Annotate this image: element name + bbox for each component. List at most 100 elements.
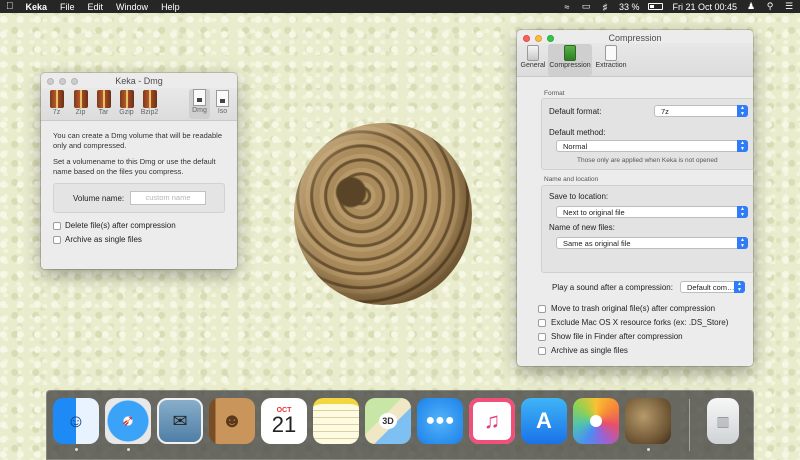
option-label: Archive as single files [551, 346, 628, 355]
checkbox[interactable] [538, 304, 546, 313]
switch-icon [527, 45, 539, 61]
format-7z[interactable]: 7z [46, 90, 67, 116]
save-location-label: Save to location: [549, 192, 609, 201]
option-label: Show file in Finder after compression [551, 332, 683, 341]
option-label: Exclude Mac OS X resource forks (ex: .DS… [551, 318, 729, 327]
format-label: Dmg [192, 107, 207, 114]
tab-label: Compression [549, 62, 591, 69]
show-in-finder-option[interactable]: Show file in Finder after compression [538, 332, 683, 341]
clock[interactable]: Fri 21 Oct 00:45 [672, 2, 737, 12]
user-icon[interactable]: ♟ [746, 1, 756, 12]
notification-center-icon[interactable]: ☰ [784, 1, 794, 12]
option-label: Archive as single files [65, 235, 142, 244]
new-files-select[interactable]: Same as original file ▲ ▼ [556, 237, 748, 249]
dock-itunes[interactable]: ♫ [469, 398, 515, 444]
exclude-resource-forks-option[interactable]: Exclude Mac OS X resource forks (ex: .DS… [538, 318, 728, 327]
format-toolbar: 7z Zip Tar Gzip Bzip2 Dmg Iso [41, 88, 237, 121]
dock-messages[interactable]: ●●● [417, 398, 463, 444]
dock-photos[interactable] [573, 398, 619, 444]
menu-file[interactable]: File [60, 2, 75, 12]
window-title: Compression [608, 33, 662, 43]
checkbox[interactable] [538, 346, 546, 355]
tab-label: General [520, 62, 546, 69]
running-indicator [127, 448, 130, 451]
format-bzip2[interactable]: Bzip2 [139, 90, 160, 116]
dock-calendar[interactable]: OCT 21 [261, 398, 307, 444]
archive-single-files-option[interactable]: Archive as single files [538, 346, 628, 355]
photos-icon [573, 398, 619, 444]
up-down-arrows-icon: ▲ ▼ [734, 281, 745, 293]
dock-notes[interactable] [313, 398, 359, 444]
archive-single-option[interactable]: Archive as single files [53, 235, 225, 244]
running-indicator [75, 448, 78, 451]
spotlight-icon[interactable]: ⚲ [765, 1, 775, 12]
archive-box-icon [73, 90, 88, 108]
checkbox[interactable] [53, 235, 61, 244]
default-method-select[interactable]: Normal ▲ ▼ [556, 140, 748, 152]
keka-dmg-window: Keka - Dmg 7z Zip Tar Gzip Bzip2 Dmg Iso [41, 73, 237, 269]
compression-preferences-window: Compression General Compression Extracti… [517, 30, 753, 366]
airplay-icon[interactable]: ▭ [581, 1, 591, 12]
format-gzip[interactable]: Gzip [116, 90, 137, 116]
volume-name-box: Volume name: custom name [53, 183, 225, 213]
battery-percent: 33 % [618, 1, 640, 12]
format-label: Tar [98, 109, 109, 116]
dock-app-store[interactable]: A [521, 398, 567, 444]
checkbox[interactable] [538, 318, 546, 327]
up-down-arrows-icon: ▲ ▼ [737, 237, 748, 249]
format-dmg[interactable]: Dmg [189, 89, 210, 119]
tab-general[interactable]: General [519, 44, 547, 76]
tab-compression[interactable]: Compression [548, 44, 592, 76]
volume-icon[interactable]: ♯ [600, 2, 610, 12]
up-down-arrows-icon: ▲ ▼ [737, 105, 748, 117]
menu-help[interactable]: Help [161, 2, 180, 12]
select-value: Normal [563, 142, 588, 151]
checkbox[interactable] [53, 221, 61, 230]
format-iso[interactable]: Iso [212, 90, 233, 115]
battery-icon[interactable] [648, 3, 664, 10]
compress-icon [564, 45, 576, 61]
move-to-trash-option[interactable]: Move to trash original file(s) after com… [538, 304, 715, 313]
option-label: Delete file(s) after compression [65, 221, 176, 230]
dock-separator [689, 399, 690, 451]
sound-select[interactable]: Default com… ▲ ▼ [680, 281, 745, 293]
maps-3d-badge: 3D [379, 413, 397, 429]
location-group-label: Name and location [544, 176, 599, 183]
dock-finder[interactable]: ☺ [53, 398, 99, 451]
contacts-icon: ☻ [209, 398, 255, 444]
menu-bar:  Keka File Edit Window Help ≈ ▭ ♯ 33 % … [0, 0, 800, 13]
menu-edit[interactable]: Edit [88, 2, 104, 12]
select-value: 7z [661, 107, 669, 116]
dock-contacts[interactable]: ☻ [209, 398, 255, 444]
preferences-toolbar: General Compression Extraction [517, 43, 753, 77]
trash-icon: ▥ [707, 398, 739, 444]
delete-files-option[interactable]: Delete file(s) after compression [53, 221, 225, 230]
save-location-select[interactable]: Next to original file ▲ ▼ [556, 206, 748, 218]
apple-icon[interactable]:  [6, 1, 14, 12]
dock-safari[interactable]: ➶ [105, 398, 151, 451]
checkbox[interactable] [538, 332, 546, 341]
calendar-icon: OCT 21 [261, 398, 307, 444]
keka-pill-bug-logo[interactable] [294, 123, 472, 305]
extract-icon [605, 45, 617, 61]
format-tar[interactable]: Tar [93, 90, 114, 116]
tab-label: Extraction [595, 62, 627, 69]
tab-extraction[interactable]: Extraction [593, 44, 629, 76]
itunes-icon: ♫ [469, 398, 515, 444]
dock-mail[interactable]: ✉ [157, 398, 203, 444]
volume-name-input[interactable]: custom name [130, 191, 206, 205]
dock-trash[interactable]: ▥ [700, 398, 746, 444]
wifi-icon[interactable]: ≈ [562, 2, 572, 12]
maps-icon: 3D [365, 398, 411, 444]
dock-maps[interactable]: 3D [365, 398, 411, 444]
dock: ☺ ➶ ✉ ☻ OCT 21 3D ●●● ♫ A ▥ [46, 390, 754, 460]
menu-app-name[interactable]: Keka [26, 2, 48, 12]
default-format-select[interactable]: 7z ▲ ▼ [654, 105, 748, 117]
menu-window[interactable]: Window [116, 2, 148, 12]
dock-keka[interactable] [625, 398, 671, 451]
archive-box-icon [96, 90, 111, 108]
finder-icon: ☺ [53, 398, 99, 444]
dmg-description: You can create a Dmg volume that will be… [53, 131, 222, 150]
format-zip[interactable]: Zip [70, 90, 91, 116]
volume-name-label: Volume name: [73, 194, 125, 203]
